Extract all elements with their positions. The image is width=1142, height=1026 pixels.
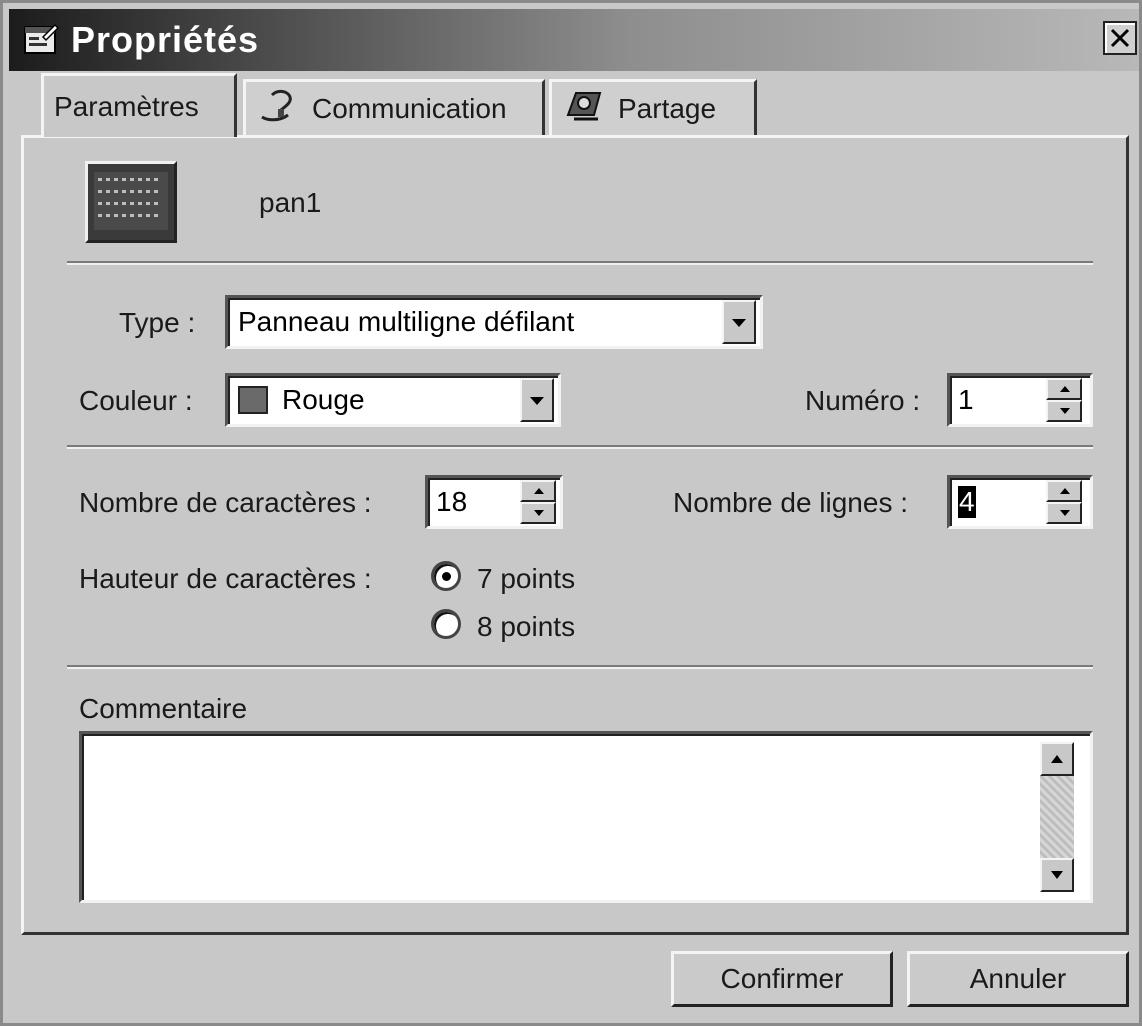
- numero-value: 1: [958, 384, 974, 415]
- cancel-button[interactable]: Annuler: [907, 951, 1129, 1007]
- height-option-label: 7 points: [477, 563, 576, 594]
- chars-spin-buttons[interactable]: [520, 480, 556, 524]
- properties-dialog: Propriétés Paramètres Communication Part…: [0, 0, 1142, 1026]
- height-label: Hauteur de caractères :: [79, 563, 372, 594]
- tab-partage[interactable]: Partage: [549, 79, 757, 135]
- type-dropdown-button[interactable]: [722, 300, 756, 344]
- divider: [67, 665, 1093, 669]
- lines-label: Nombre de lignes :: [673, 487, 909, 518]
- tab-label: Paramètres: [54, 90, 199, 122]
- color-dropdown-button[interactable]: [520, 378, 554, 422]
- numero-spinner[interactable]: 1: [947, 373, 1093, 427]
- comment-label: Commentaire: [79, 693, 248, 724]
- title-bar[interactable]: Propriétés: [9, 9, 1139, 71]
- color-label: Couleur :: [79, 385, 193, 416]
- lines-value: 4: [958, 486, 976, 518]
- numero-label: Numéro :: [805, 385, 921, 416]
- confirm-button[interactable]: Confirmer: [671, 951, 893, 1007]
- properties-icon: [23, 23, 60, 57]
- height-radio-8[interactable]: [431, 609, 461, 639]
- divider: [67, 445, 1093, 449]
- share-icon: [564, 87, 604, 130]
- divider: [67, 261, 1093, 265]
- color-value: Rouge: [282, 384, 365, 415]
- scroll-down-button[interactable]: [1040, 858, 1074, 892]
- spin-up-button[interactable]: [520, 480, 556, 502]
- color-dropdown[interactable]: Rouge: [225, 373, 561, 427]
- panel-name: pan1: [259, 187, 322, 218]
- color-swatch: [238, 386, 268, 414]
- lines-spinner[interactable]: 4: [947, 475, 1093, 529]
- chars-spinner[interactable]: 18: [425, 475, 563, 529]
- comment-textarea[interactable]: [79, 731, 1093, 903]
- spin-down-button[interactable]: [520, 502, 556, 524]
- panel-display-icon: [85, 161, 177, 243]
- lines-spin-buttons[interactable]: [1046, 480, 1082, 524]
- tab-label: Partage: [618, 92, 717, 124]
- tab-label: Communication: [312, 92, 507, 124]
- tab-parametres[interactable]: Paramètres: [41, 73, 237, 137]
- type-value: Panneau multiligne défilant: [238, 306, 575, 337]
- close-button[interactable]: [1103, 21, 1137, 55]
- type-dropdown[interactable]: Panneau multiligne défilant: [225, 295, 763, 349]
- scroll-up-button[interactable]: [1040, 742, 1074, 776]
- height-option-label: 8 points: [477, 611, 576, 642]
- type-label: Type :: [119, 307, 196, 338]
- window-title: Propriétés: [71, 19, 260, 60]
- spin-down-button[interactable]: [1046, 400, 1082, 422]
- spin-up-button[interactable]: [1046, 378, 1082, 400]
- spin-down-button[interactable]: [1046, 502, 1082, 524]
- numero-spin-buttons[interactable]: [1046, 378, 1082, 422]
- chars-label: Nombre de caractères :: [79, 487, 372, 518]
- chars-value: 18: [436, 486, 468, 517]
- radio-selected-dot: [442, 572, 451, 581]
- tab-communication[interactable]: Communication: [243, 79, 545, 135]
- modem-icon: [258, 87, 298, 130]
- height-radio-7[interactable]: [431, 561, 461, 591]
- spin-up-button[interactable]: [1046, 480, 1082, 502]
- scrollbar-track[interactable]: [1040, 776, 1074, 858]
